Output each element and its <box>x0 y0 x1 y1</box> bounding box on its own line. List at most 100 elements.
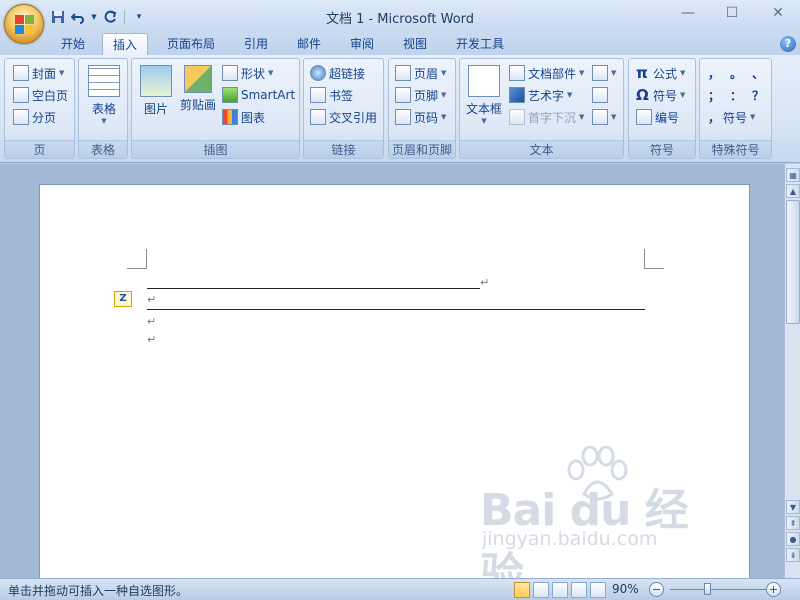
chart-label: 图表 <box>241 110 266 125</box>
vertical-scrollbar[interactable]: ▦ ▲ ▼ ⇞ ● ⇟ <box>784 164 800 578</box>
smartart-button[interactable]: SmartArt <box>222 85 295 105</box>
select-browse-object-button[interactable]: ● <box>786 532 800 546</box>
textbox-button[interactable]: 文本框 ▼ <box>464 65 504 125</box>
chart-button[interactable]: 图表 <box>222 107 265 127</box>
header-icon <box>395 65 411 81</box>
group-text: 文本框 ▼ 文档部件 ▼ 艺术字 ▼ 首字下沉 ▼ ▼ ▼ 文本 <box>459 58 624 159</box>
quick-parts-label: 文档部件 <box>528 66 577 81</box>
symbol-colon-button[interactable]: ： <box>730 85 742 105</box>
hyperlink-button[interactable]: 超链接 <box>310 63 365 83</box>
previous-page-button[interactable]: ⇞ <box>786 516 800 530</box>
title-bar: ▼ ▾ 文档 1 - Microsoft Word — ☐ ✕ <box>0 0 800 44</box>
footer-button[interactable]: 页脚 ▼ <box>395 85 446 105</box>
paragraph-mark: ↵ <box>480 276 490 289</box>
cross-reference-button[interactable]: 交叉引用 <box>310 107 377 127</box>
shapes-button[interactable]: 形状 ▼ <box>222 63 273 83</box>
chevron-down-icon: ▼ <box>611 113 617 121</box>
cover-page-icon <box>13 65 29 81</box>
page-break-icon <box>13 109 29 125</box>
blank-page-button[interactable]: 空白页 <box>13 85 68 105</box>
symbol-comma-button[interactable]: ， <box>708 63 720 83</box>
textbox-icon <box>468 65 500 97</box>
tab-mailings[interactable]: 邮件 <box>289 33 329 55</box>
minimize-button[interactable]: — <box>676 5 700 25</box>
wordart-button[interactable]: 艺术字 ▼ <box>509 85 572 105</box>
symbol-period-button[interactable]: 。 <box>730 63 742 83</box>
scroll-thumb[interactable] <box>786 200 800 324</box>
pi-icon: π <box>636 64 648 82</box>
page-break-button[interactable]: 分页 <box>13 107 56 127</box>
insert-object-button[interactable]: ▼ <box>592 107 616 127</box>
smartart-label: SmartArt <box>241 88 296 102</box>
scroll-down-button[interactable]: ▼ <box>786 500 800 514</box>
symbol-question-button[interactable]: ？ <box>752 85 764 105</box>
chevron-down-icon: ▼ <box>611 69 617 77</box>
clipart-label: 剪贴画 <box>179 98 216 112</box>
page-break-label: 分页 <box>32 110 57 125</box>
maximize-button[interactable]: ☐ <box>720 5 744 25</box>
group-label-header-footer: 页眉和页脚 <box>389 140 455 158</box>
bookmark-label: 书签 <box>329 88 354 103</box>
header-button[interactable]: 页眉 ▼ <box>395 63 446 83</box>
tab-developer[interactable]: 开发工具 <box>448 33 512 55</box>
ruler-toggle-icon[interactable]: ▦ <box>786 168 800 182</box>
zoom-slider-thumb[interactable] <box>704 583 711 595</box>
tab-home[interactable]: 开始 <box>52 33 94 55</box>
drawn-line-short[interactable] <box>147 288 480 289</box>
signature-line-button[interactable]: ▼ <box>592 63 616 83</box>
zoom-out-button[interactable]: − <box>649 582 664 597</box>
office-button[interactable] <box>4 4 44 44</box>
tab-references[interactable]: 引用 <box>236 33 276 55</box>
special-symbol-label: 符号 <box>723 110 748 125</box>
tab-page-layout[interactable]: 页面布局 <box>160 33 222 55</box>
group-label-links: 链接 <box>304 140 383 158</box>
web-layout-view-button[interactable] <box>552 582 568 598</box>
symbol-semicolon-button[interactable]: ； <box>708 85 720 105</box>
equation-button[interactable]: π 公式 ▼ <box>636 63 685 83</box>
table-button[interactable]: 表格 ▼ <box>87 65 121 125</box>
symbol-pause-button[interactable]: 、 <box>752 63 764 83</box>
drop-cap-button[interactable]: 首字下沉 ▼ <box>509 107 584 127</box>
wordart-icon <box>509 87 525 103</box>
group-pages: 封面 ▼ 空白页 分页 页 <box>4 58 75 159</box>
quick-parts-button[interactable]: 文档部件 ▼ <box>509 63 584 83</box>
help-icon[interactable]: ? <box>780 36 796 52</box>
clipart-button[interactable]: 剪贴画 <box>178 65 218 113</box>
blank-page-label: 空白页 <box>32 88 69 103</box>
bookmark-button[interactable]: 书签 <box>310 85 353 105</box>
zoom-in-button[interactable]: + <box>766 582 781 597</box>
group-label-symbols: 符号 <box>629 140 695 158</box>
group-label-tables: 表格 <box>79 140 127 158</box>
chevron-down-icon: ▼ <box>680 69 686 77</box>
scroll-up-button[interactable]: ▲ <box>786 184 800 198</box>
bookmark-icon <box>310 87 326 103</box>
date-time-button[interactable] <box>592 85 608 105</box>
page-number-button[interactable]: 页码 ▼ <box>395 107 446 127</box>
paragraph-mark: ↵ <box>147 333 157 346</box>
symbol-comma-glyph: ， <box>708 110 721 125</box>
special-symbol-button[interactable]: ， 符号 ▼ <box>708 107 755 127</box>
cover-page-button[interactable]: 封面 ▼ <box>13 63 64 83</box>
close-button[interactable]: ✕ <box>766 5 790 25</box>
ribbon-tabs: 开始 插入 页面布局 引用 邮件 审阅 视图 开发工具 ? <box>0 33 800 55</box>
print-layout-view-button[interactable] <box>514 582 530 598</box>
drawing-canvas-anchor-icon[interactable]: Z <box>114 291 132 307</box>
draft-view-button[interactable] <box>590 582 606 598</box>
numbering-button[interactable]: 编号 <box>636 107 679 127</box>
group-header-footer: 页眉 ▼ 页脚 ▼ 页码 ▼ 页眉和页脚 <box>388 58 456 159</box>
drawn-line-long[interactable] <box>147 309 645 310</box>
outline-view-button[interactable] <box>571 582 587 598</box>
next-page-button[interactable]: ⇟ <box>786 548 800 562</box>
page-number-icon <box>395 109 411 125</box>
symbol-button[interactable]: Ω 符号 ▼ <box>636 85 685 105</box>
tab-review[interactable]: 审阅 <box>342 33 382 55</box>
paragraph-mark: ↵ <box>147 315 157 328</box>
zoom-slider-track[interactable] <box>670 589 766 590</box>
cross-reference-label: 交叉引用 <box>329 110 378 125</box>
full-screen-reading-view-button[interactable] <box>533 582 549 598</box>
tab-view[interactable]: 视图 <box>395 33 435 55</box>
picture-button[interactable]: 图片 <box>138 65 174 117</box>
clipart-icon <box>184 65 212 93</box>
zoom-level[interactable]: 90% <box>612 582 639 596</box>
tab-insert[interactable]: 插入 <box>102 33 148 55</box>
